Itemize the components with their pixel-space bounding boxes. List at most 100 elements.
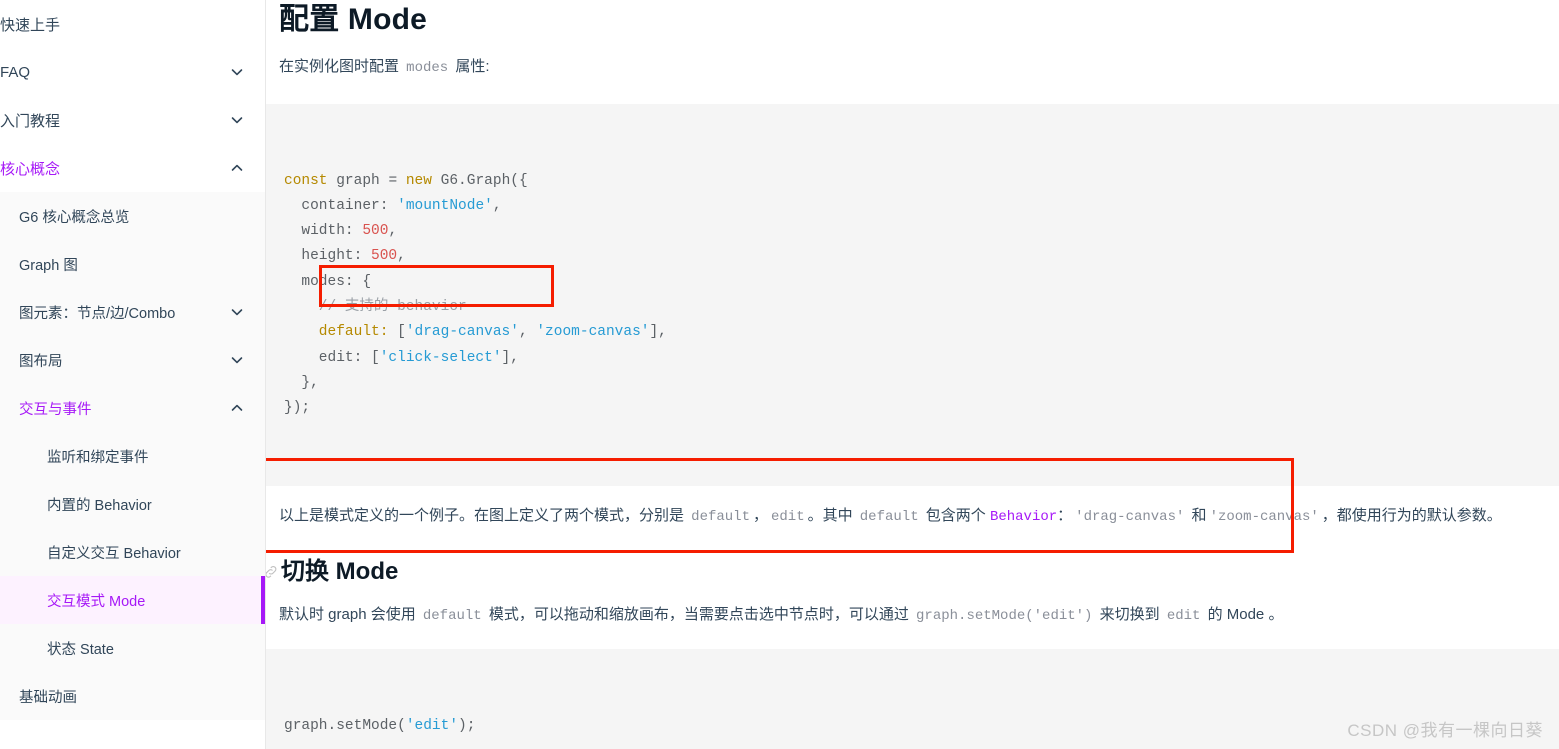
chevron-up-icon[interactable] — [231, 162, 243, 174]
sidebar-item-入门教程[interactable]: 入门教程 — [0, 96, 265, 144]
code-line: container: 'mountNode', — [284, 194, 1559, 219]
sidebar-item-基础动画[interactable]: 基础动画 — [0, 672, 265, 720]
sidebar-item-label: 自定义交互 Behavior — [47, 545, 181, 562]
chevron-down-icon[interactable] — [231, 66, 243, 78]
code-token: , — [388, 223, 398, 240]
link-anchor-icon[interactable] — [266, 564, 279, 580]
intro-text-before: 在实例化图时配置 — [279, 58, 404, 75]
paragraph-text: 包含两个 — [921, 507, 990, 525]
sidebar-item-label: 快速上手 — [0, 16, 61, 34]
code-token: [ — [397, 324, 406, 341]
code-token: height: — [284, 248, 372, 265]
code-token: 'edit' — [405, 717, 459, 734]
code-token: , — [492, 197, 502, 214]
inline-code: graph.setMode('edit') — [916, 608, 1093, 625]
sidebar-item-label: 监听和绑定事件 — [47, 449, 149, 466]
inline-code: edit — [771, 509, 805, 526]
paragraph-text: 来切换到 — [1095, 606, 1164, 624]
paragraph-text: ，都使用行为的默认参数。 — [1321, 507, 1502, 525]
sidebar-item-核心概念[interactable]: 核心概念 — [0, 144, 265, 192]
code-line: edit: ['click-select'], — [284, 346, 1559, 371]
sidebar-item-监听和绑定事件[interactable]: 监听和绑定事件 — [0, 432, 265, 480]
code-token: // 支持的 behavior — [284, 299, 467, 316]
sidebar-item-graph-图[interactable]: Graph 图 — [0, 240, 265, 288]
paragraph-text: ， — [752, 507, 768, 525]
code-line: }, — [284, 371, 1559, 396]
chevron-up-icon[interactable] — [231, 402, 243, 414]
inline-code: default — [691, 509, 750, 526]
code-line: // 支持的 behavior — [284, 295, 1559, 320]
code-token: , — [518, 324, 537, 341]
inline-code: edit — [1166, 608, 1201, 625]
sidebar-item-label: 内置的 Behavior — [47, 497, 152, 514]
code-line: }); — [284, 396, 1559, 421]
code-token: , — [397, 248, 406, 265]
paragraph-text: 以上是模式定义的一个例子。在图上定义了两个模式，分别是 — [279, 507, 689, 525]
code-token: 500 — [371, 248, 398, 265]
sidebar-item-图元素-节点-边-combo[interactable]: 图元素：节点/边/Combo — [0, 288, 265, 336]
code-token: width: — [284, 223, 363, 240]
sidebar-item-label: 交互与事件 — [19, 401, 92, 418]
intro-paragraph: 在实例化图时配置 modes 属性: — [266, 54, 1559, 81]
code-line: height: 500, — [284, 244, 1559, 269]
code-token: [ — [371, 349, 380, 366]
chevron-down-icon[interactable] — [231, 114, 243, 126]
sidebar-item-label: 图布局 — [19, 353, 63, 370]
code-token: 'mountNode' — [397, 197, 493, 214]
intro-code-modes: modes — [406, 60, 449, 76]
code-token: graph.setMode( — [284, 717, 406, 734]
code-token: edit: — [284, 349, 372, 366]
code-token: modes: { — [284, 273, 372, 290]
page-title: 配置 Mode — [279, 3, 428, 36]
sidebar-item-快速上手[interactable]: 快速上手 — [0, 0, 265, 48]
sidebar-item-交互模式-mode[interactable]: 交互模式 Mode — [0, 576, 265, 624]
sidebar-item-图布局[interactable]: 图布局 — [0, 336, 265, 384]
sidebar-item-label: FAQ — [0, 63, 31, 81]
code-token: ); — [458, 717, 476, 734]
sidebar-item-label: 图元素：节点/边/Combo — [19, 305, 176, 322]
sidebar-item-label: 入门教程 — [0, 112, 61, 130]
inline-code: 'zoom-canvas' — [1209, 509, 1319, 526]
code-line: width: 500, — [284, 219, 1559, 244]
sidebar-item-g6-核心概念总览[interactable]: G6 核心概念总览 — [0, 192, 265, 240]
code-token: ], — [649, 324, 667, 341]
paragraph-text: 默认时 graph 会使用 — [279, 606, 420, 624]
main-content: 配置 Mode 在实例化图时配置 modes 属性: const graph =… — [266, 0, 1559, 749]
paragraph-text: 和 — [1187, 507, 1207, 525]
code-token: 500 — [362, 223, 389, 240]
sidebar-item-自定义交互-behavior[interactable]: 自定义交互 Behavior — [0, 528, 265, 576]
sidebar-item-状态-state[interactable]: 状态 State — [0, 624, 265, 672]
code-token: default: — [284, 324, 398, 341]
sidebar-item-label: 交互模式 Mode — [47, 593, 146, 610]
sidebar-item-label: 状态 State — [47, 641, 114, 658]
code-token: const — [284, 172, 337, 189]
code-line: const graph = new G6.Graph({ — [284, 169, 1559, 194]
code-token: 'click-select' — [379, 349, 502, 366]
sidebar-navigation[interactable]: 简介快速上手FAQ入门教程核心概念G6 核心概念总览Graph 图图元素：节点/… — [0, 0, 266, 749]
code-token: ], — [501, 349, 519, 366]
code-token: = — [388, 172, 406, 189]
code-token: 'zoom-canvas' — [536, 324, 650, 341]
code-token: G6.Graph({ — [440, 172, 528, 189]
code-token: 'drag-canvas' — [405, 324, 519, 341]
sidebar-item-交互与事件[interactable]: 交互与事件 — [0, 384, 265, 432]
sidebar-item-faq[interactable]: FAQ — [0, 48, 265, 96]
code-token: graph — [336, 172, 389, 189]
sidebar-item-label: 基础动画 — [19, 689, 77, 706]
code-line: default: ['drag-canvas', 'zoom-canvas'], — [284, 320, 1559, 345]
paragraph-text: 模式，可以拖动和缩放画布，当需要点击选中节点时，可以通过 — [484, 606, 914, 624]
section-heading-text: 切换 Mode — [281, 558, 399, 586]
chevron-down-icon[interactable] — [231, 354, 243, 366]
sidebar-item-label: 核心概念 — [0, 160, 61, 178]
inline-code: 'drag-canvas' — [1075, 509, 1185, 526]
code-token: }, — [284, 374, 319, 391]
inline-link-behavior[interactable]: Behavior — [990, 509, 1057, 525]
article-body: 配置 Mode 在实例化图时配置 modes 属性: const graph =… — [266, 0, 1559, 749]
paragraph-text: 的 Mode 。 — [1203, 606, 1284, 624]
paragraph-text: 。其中 — [807, 507, 857, 525]
intro-text-after: 属性: — [451, 58, 490, 75]
paragraph-mode-example: 以上是模式定义的一个例子。在图上定义了两个模式，分别是 default， edit… — [266, 503, 1559, 530]
paragraph-default-mode: 默认时 graph 会使用 default 模式，可以拖动和缩放画布，当需要点击… — [266, 602, 1559, 629]
chevron-down-icon[interactable] — [231, 306, 243, 318]
sidebar-item-内置的-behavior[interactable]: 内置的 Behavior — [0, 480, 265, 528]
